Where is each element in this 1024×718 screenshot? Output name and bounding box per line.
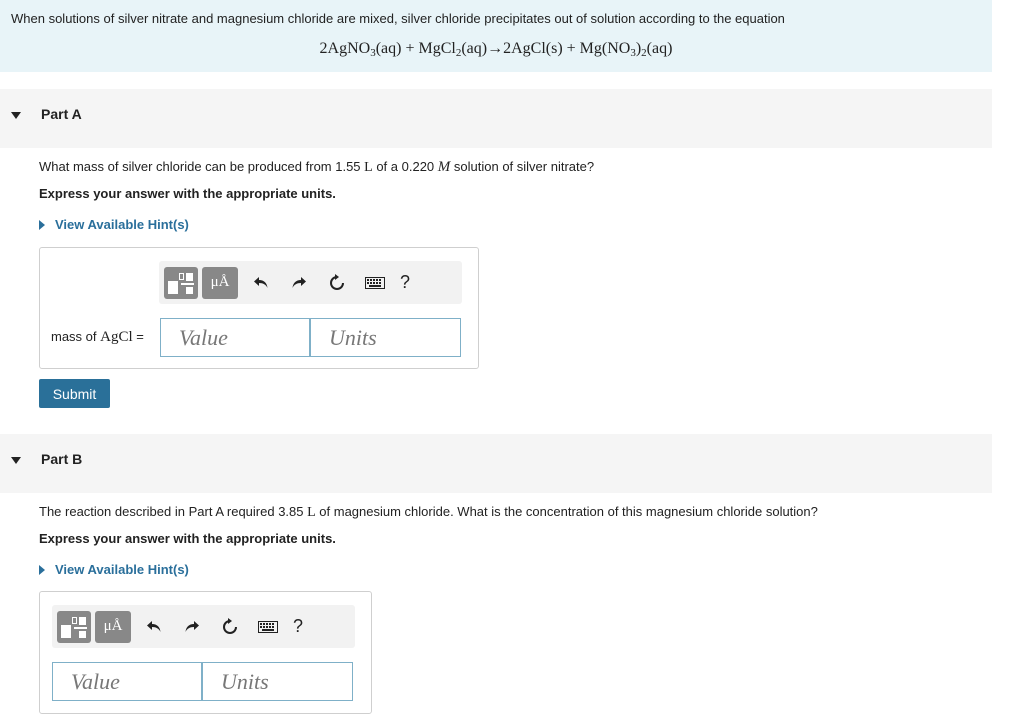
reset-icon[interactable] [220, 616, 240, 638]
part-a-units-field[interactable] [310, 318, 461, 357]
part-b-title: Part B [41, 451, 83, 467]
part-b-answer-box: μÅ ? [39, 591, 372, 714]
submit-button[interactable]: Submit [39, 379, 110, 408]
undo-icon[interactable] [251, 272, 271, 294]
part-b-units-field[interactable] [202, 662, 353, 701]
templates-icon[interactable] [57, 610, 91, 643]
part-a-answer-box: μÅ ? mass of AgCl = [39, 247, 479, 369]
help-icon[interactable]: ? [400, 272, 410, 293]
reset-icon[interactable] [327, 272, 347, 294]
redo-icon[interactable] [182, 616, 202, 638]
units-icon[interactable]: μÅ [202, 266, 238, 299]
part-a-value-field[interactable] [160, 318, 310, 357]
collapse-caret-icon[interactable] [11, 112, 21, 119]
collapse-caret-icon[interactable] [11, 457, 21, 464]
units-icon[interactable]: μÅ [95, 610, 131, 643]
part-b-question: The reaction described in Part A require… [39, 504, 818, 520]
part-b-instructions: Express your answer with the appropriate… [39, 531, 336, 546]
part-a-header[interactable]: Part A [0, 89, 992, 148]
part-a-hint-link[interactable]: View Available Hint(s) [39, 217, 189, 232]
expand-triangle-icon [39, 564, 45, 575]
part-b-value-input[interactable] [53, 663, 201, 700]
part-a-instructions: Express your answer with the appropriate… [39, 186, 336, 201]
problem-intro: When solutions of silver nitrate and mag… [0, 0, 992, 72]
part-a-title: Part A [41, 106, 82, 122]
part-a-value-input[interactable] [161, 319, 309, 356]
keyboard-icon[interactable] [258, 616, 278, 638]
undo-icon[interactable] [144, 616, 164, 638]
part-b-math-toolbar: μÅ ? [52, 605, 355, 648]
help-icon[interactable]: ? [293, 616, 303, 637]
part-a-units-input[interactable] [311, 319, 460, 356]
part-a-question: What mass of silver chloride can be prod… [39, 159, 595, 175]
redo-icon[interactable] [289, 272, 309, 294]
keyboard-icon[interactable] [365, 272, 385, 294]
expand-triangle-icon [39, 219, 45, 230]
part-a-field-label: mass of AgCl = [51, 329, 144, 345]
part-b-hint-link[interactable]: View Available Hint(s) [39, 562, 189, 577]
templates-icon[interactable] [164, 266, 198, 299]
part-b-header[interactable]: Part B [0, 434, 992, 493]
part-b-units-input[interactable] [203, 663, 352, 700]
chemical-equation: 2AgNO3(aq) + MgCl2(aq)→2AgCl(s) + Mg(NO3… [319, 40, 673, 59]
part-b-value-field[interactable] [52, 662, 202, 701]
intro-text: When solutions of silver nitrate and mag… [11, 11, 785, 26]
part-a-math-toolbar: μÅ ? [159, 261, 462, 304]
